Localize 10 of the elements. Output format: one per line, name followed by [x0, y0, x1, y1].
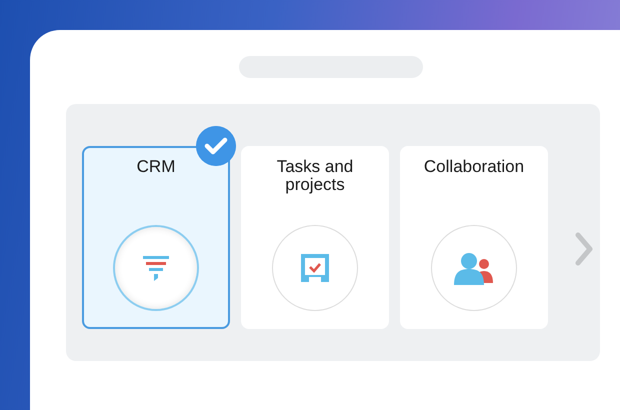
- card-label: CRM: [136, 158, 176, 178]
- solution-card[interactable]: Tasks and projects: [241, 146, 389, 329]
- funnel-icon: [141, 253, 171, 283]
- inbox-icon: [299, 252, 331, 284]
- solution-card[interactable]: Collaboration: [400, 146, 548, 329]
- solution-card[interactable]: CRM: [82, 146, 230, 329]
- people-icon: [454, 251, 494, 285]
- card-label: Tasks and projects: [276, 158, 354, 196]
- checkmark-icon: [196, 126, 236, 166]
- card-label: Collaboration: [422, 158, 526, 178]
